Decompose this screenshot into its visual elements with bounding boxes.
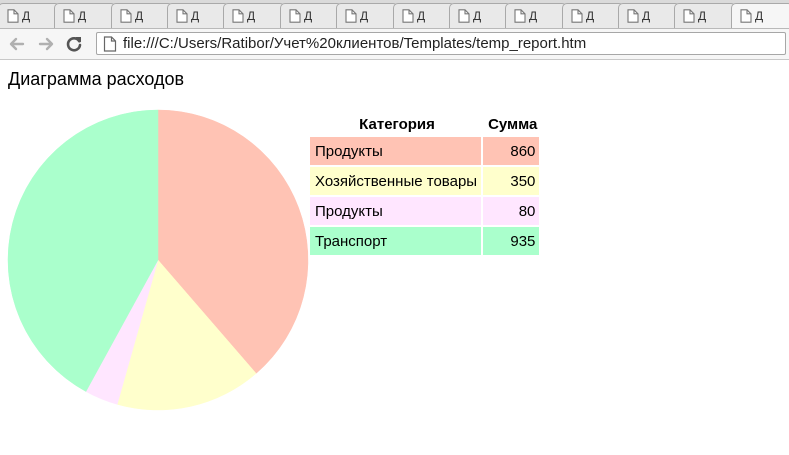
forward-button[interactable] [35, 33, 57, 55]
table-header-row: Категория Сумма [310, 112, 539, 135]
page-icon [103, 35, 117, 52]
tab-title: Д [586, 9, 595, 23]
page-icon [402, 9, 414, 23]
browser-tab[interactable]: Д [674, 3, 736, 28]
browser-tab[interactable]: Д [280, 3, 342, 28]
page-title: Диаграмма расходов [8, 69, 185, 89]
page-icon [683, 9, 695, 23]
reload-icon [66, 36, 82, 52]
expenses-table: Категория Сумма Продукты 860 Хозяйственные… [308, 110, 541, 257]
column-header-category: Категория [359, 115, 435, 133]
table-row: Транспорт 935 [310, 227, 540, 255]
page-icon [571, 9, 583, 23]
tab-title: Д [360, 9, 369, 23]
tab-title: Д [135, 9, 144, 23]
tab-title: Д [304, 9, 313, 23]
category-cell: Хозяйственные товары [310, 167, 482, 195]
browser-tab[interactable]: Д [0, 3, 60, 28]
browser-tab[interactable]: Д [223, 3, 285, 28]
page-icon [514, 9, 526, 23]
page-icon [740, 9, 752, 23]
page-icon [120, 9, 132, 23]
page-icon [627, 9, 639, 23]
browser-tab[interactable]: Д [54, 3, 116, 28]
amount-cell: 80 [483, 197, 540, 225]
tab-title: Д [473, 9, 482, 23]
table-row: Хозяйственные товары 350 [310, 167, 540, 195]
browser-tab[interactable]: Д [618, 3, 680, 28]
tab-title: Д [22, 9, 31, 23]
tab-title: Д [642, 9, 651, 23]
browser-tab[interactable]: Д [111, 3, 173, 28]
amount-cell: 860 [483, 137, 540, 165]
browser-tab[interactable]: Д [505, 3, 567, 28]
tab-title: Д [247, 9, 256, 23]
tab-title: Д [417, 9, 426, 23]
column-header-amount: Сумма [488, 115, 538, 133]
tab-title: Д [529, 9, 538, 23]
browser-tab[interactable]: Д [562, 3, 624, 28]
browser-tab[interactable]: Д [336, 3, 398, 28]
page-icon [7, 9, 19, 23]
arrow-right-icon [38, 37, 54, 51]
tab-title: Д [78, 9, 87, 23]
back-button[interactable] [6, 33, 28, 55]
browser-toolbar [0, 29, 789, 60]
page-icon [176, 9, 188, 23]
tab-title: Д [191, 9, 200, 23]
browser-tab[interactable]: Д [393, 3, 455, 28]
address-input[interactable] [123, 33, 773, 54]
address-bar[interactable] [96, 32, 786, 55]
page-icon [232, 9, 244, 23]
category-cell: Продукты [310, 197, 482, 225]
browser-tab[interactable]: Д [731, 3, 789, 28]
tab-title: Д [755, 9, 764, 23]
page-icon [458, 9, 470, 23]
tab-strip: ДДДДДДДДДДДДДД [0, 0, 789, 29]
amount-cell: 935 [483, 227, 540, 255]
page-icon [345, 9, 357, 23]
arrow-left-icon [9, 37, 25, 51]
category-cell: Продукты [310, 137, 482, 165]
browser-tab[interactable]: Д [449, 3, 511, 28]
page-icon [63, 9, 75, 23]
reload-button[interactable] [63, 33, 85, 55]
table-row: Продукты 80 [310, 197, 540, 225]
table-row: Продукты 860 [310, 137, 540, 165]
amount-cell: 350 [483, 167, 540, 195]
category-cell: Транспорт [310, 227, 482, 255]
browser-tab[interactable]: Д [167, 3, 229, 28]
expenses-pie-chart [7, 109, 309, 411]
tab-title: Д [698, 9, 707, 23]
page-icon [289, 9, 301, 23]
